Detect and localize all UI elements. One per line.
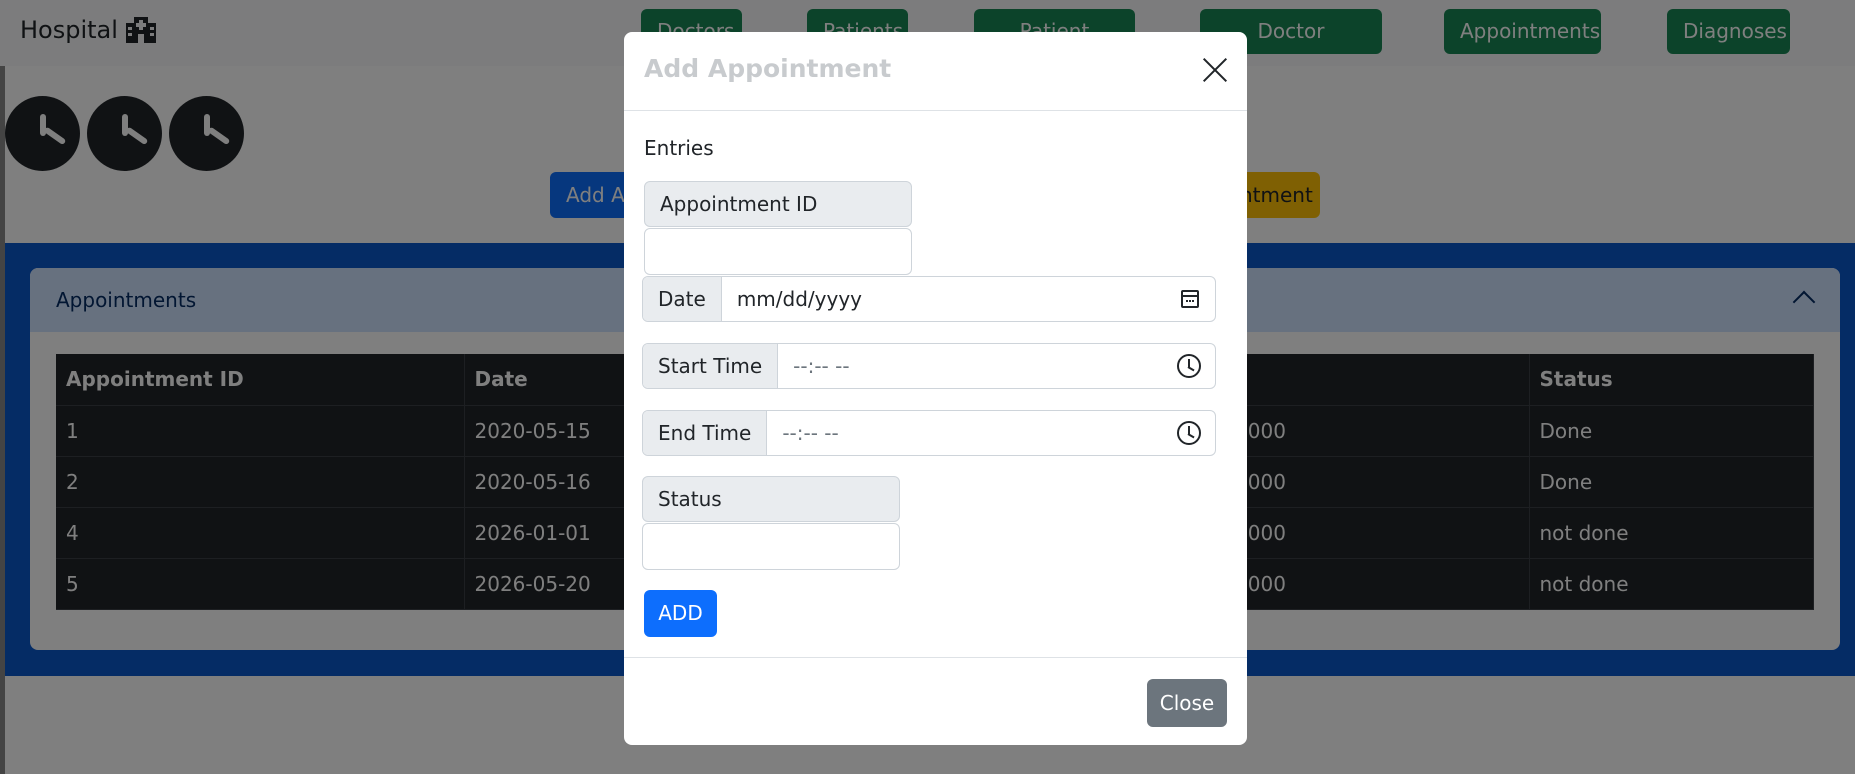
status-label: Status: [642, 476, 900, 522]
date-value: mm/dd/yyyy: [736, 287, 862, 311]
calendar-icon[interactable]: [1181, 290, 1199, 308]
end-time-label: End Time: [643, 411, 768, 455]
end-time-input-group: End Time --:-- --: [642, 410, 1216, 456]
clock-icon[interactable]: [1177, 354, 1201, 378]
add-appointment-modal: Add Appointment Entries Appointment ID D…: [624, 32, 1247, 745]
modal-title: Add Appointment: [644, 54, 892, 83]
appointment-id-label: Appointment ID: [644, 181, 912, 227]
start-time-label: Start Time: [643, 344, 779, 388]
entries-label: Entries: [644, 136, 714, 160]
clock-icon[interactable]: [1177, 421, 1201, 445]
modal-footer: Close: [624, 657, 1247, 745]
status-input[interactable]: [642, 523, 900, 570]
start-time-value: --:-- --: [793, 354, 850, 378]
date-label: Date: [643, 277, 722, 321]
date-input[interactable]: mm/dd/yyyy: [722, 277, 1215, 321]
close-button[interactable]: Close: [1147, 679, 1227, 727]
end-time-value: --:-- --: [782, 421, 839, 445]
start-time-input-group: Start Time --:-- --: [642, 343, 1216, 389]
modal-header: Add Appointment: [624, 32, 1247, 111]
date-input-group: Date mm/dd/yyyy: [642, 276, 1216, 322]
close-icon[interactable]: [1201, 56, 1229, 84]
end-time-input[interactable]: --:-- --: [767, 411, 1215, 455]
start-time-input[interactable]: --:-- --: [778, 344, 1215, 388]
appointment-id-input[interactable]: [644, 228, 912, 275]
add-button[interactable]: ADD: [644, 590, 717, 637]
